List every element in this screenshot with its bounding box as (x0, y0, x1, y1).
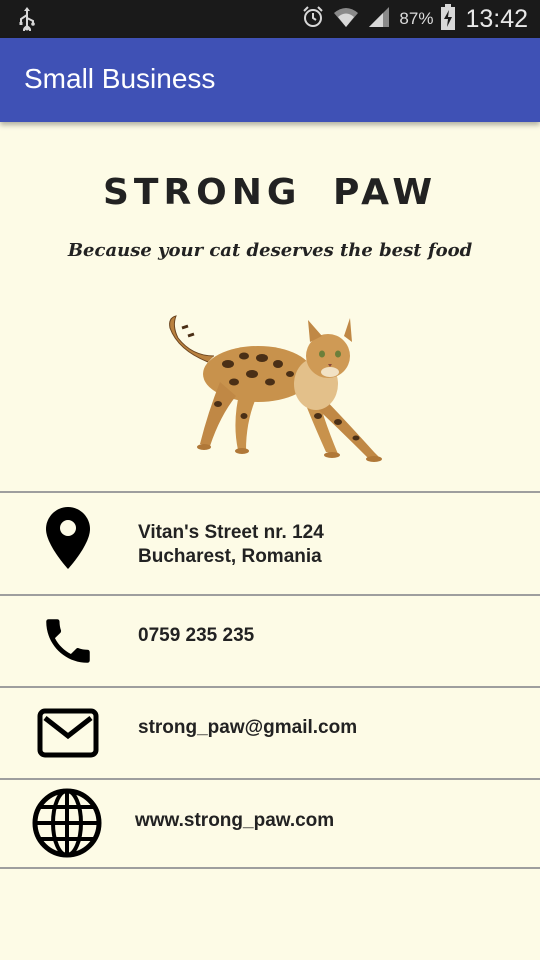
status-bar: 87% 13:42 (0, 0, 540, 38)
app-title: Small Business (24, 63, 216, 94)
divider (0, 867, 540, 869)
wifi-icon (333, 5, 359, 34)
clock: 13:42 (465, 4, 528, 33)
mail-icon (30, 708, 106, 758)
globe-icon (32, 788, 102, 858)
phone-icon (30, 612, 106, 670)
brand-name: STRONG PAW (102, 172, 438, 213)
website-url: www.strong_paw.com (135, 810, 335, 831)
usb-icon (18, 7, 36, 36)
signal-icon (367, 5, 391, 34)
app-bar: Small Business (0, 38, 540, 122)
address-line-1: Vitan's Street nr. 124 (138, 522, 324, 543)
address-row[interactable]: Vitan's Street nr. 124 Bucharest, Romani… (0, 493, 540, 594)
email-row[interactable]: strong_paw@gmail.com (0, 688, 540, 778)
bengal-cat-image (158, 312, 388, 469)
address-line-2: Bucharest, Romania (138, 546, 322, 567)
brand-slogan: Because your cat deserves the best food (67, 240, 473, 261)
website-row[interactable]: www.strong_paw.com (0, 780, 540, 867)
phone-row[interactable]: 0759 235 235 (0, 596, 540, 686)
email-address: strong_paw@gmail.com (138, 717, 358, 738)
battery-percent: 87% (399, 9, 434, 28)
alarm-icon (301, 5, 325, 34)
location-pin-icon (30, 507, 106, 569)
phone-number: 0759 235 235 (138, 625, 255, 646)
battery-charging-icon (441, 3, 456, 35)
